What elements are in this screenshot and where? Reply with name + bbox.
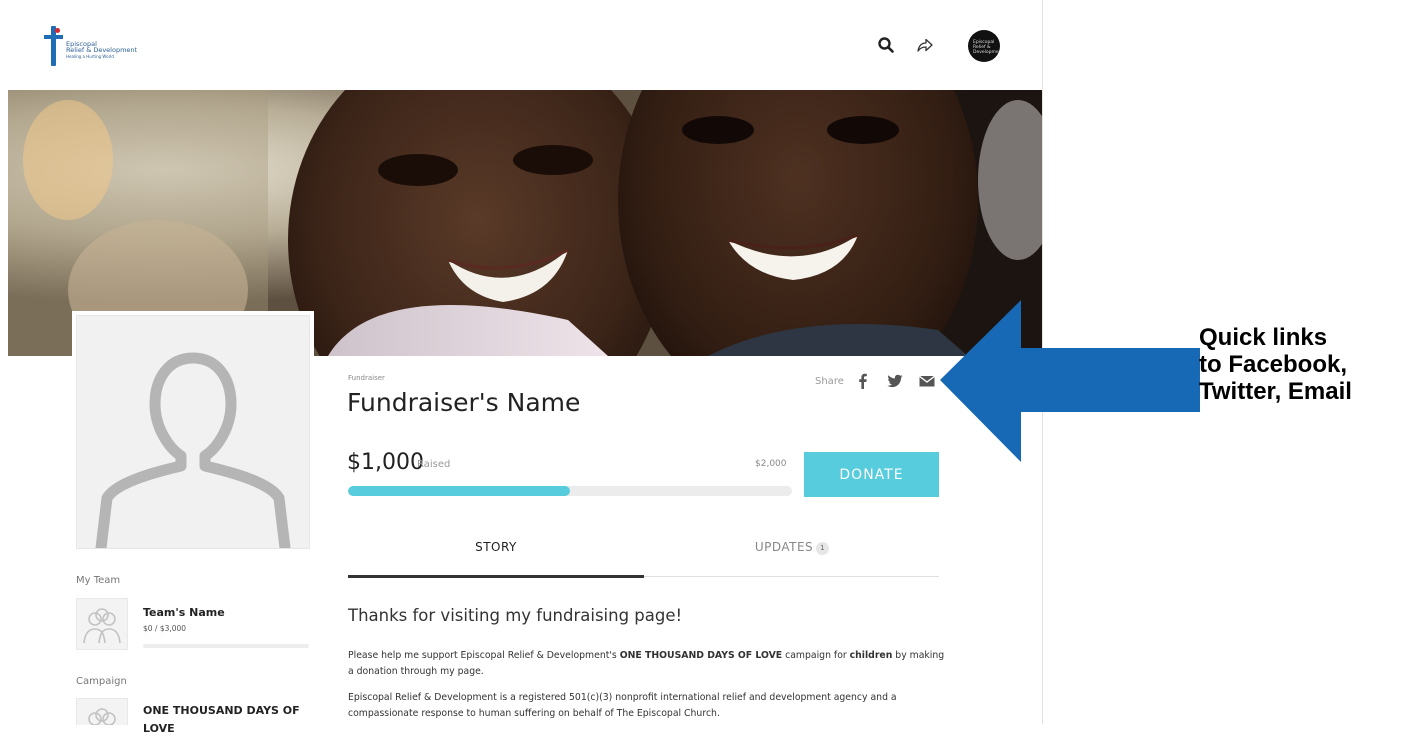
email-icon[interactable]	[919, 373, 935, 389]
person-silhouette-icon	[95, 352, 291, 554]
callout-line-3: Twitter, Email	[1199, 378, 1352, 405]
fundraiser-name: Fundraiser's Name	[347, 388, 581, 417]
fundraiser-label: Fundraiser	[348, 374, 385, 382]
raised-amount: $1,000	[347, 450, 424, 475]
callout-arrow	[940, 300, 1200, 462]
campaign-group-icon	[88, 708, 116, 725]
twitter-icon[interactable]	[887, 373, 903, 389]
campaign-avatar[interactable]	[76, 698, 128, 725]
campaign-name-link[interactable]: ONE THOUSAND DAYS OF LOVE	[143, 702, 313, 738]
profile-photo-placeholder	[76, 315, 310, 554]
user-avatar[interactable]: Episcopal Relief & Development	[968, 30, 1000, 62]
team-name-link[interactable]: Team's Name	[143, 606, 225, 619]
logo-line-2: Relief & Development	[66, 46, 138, 54]
fundraising-progress-bar	[348, 486, 792, 496]
raised-label: Raised	[417, 459, 451, 470]
goal-amount: $2,000	[755, 459, 787, 469]
share-label: Share	[815, 376, 844, 387]
site-header: Episcopal Relief & Development Healing a…	[0, 0, 1042, 90]
logo-tagline: Healing a Hurting World	[66, 54, 114, 59]
story-paragraph-1: Please help me support Episcopal Relief …	[348, 650, 945, 677]
facebook-icon[interactable]	[855, 373, 871, 389]
callout-line-2: to Facebook,	[1199, 351, 1348, 378]
tab-story-label: STORY	[475, 540, 517, 554]
callout-line-1: Quick links	[1199, 324, 1328, 351]
my-team-heading: My Team	[76, 575, 121, 586]
cross-logo-icon	[44, 26, 64, 66]
updates-count-badge: 1	[816, 542, 830, 555]
progress-fill	[348, 486, 570, 496]
active-tab-indicator	[348, 575, 644, 578]
tab-updates[interactable]: UPDATES 1	[644, 540, 940, 555]
team-progress-text: $0 / $3,000	[143, 624, 187, 633]
logo-text: Episcopal Relief & Development Healing a…	[66, 41, 137, 60]
story-paragraph-2: Episcopal Relief & Development is a regi…	[348, 692, 897, 719]
callout-text: Quick links to Facebook, Twitter, Email	[1199, 324, 1352, 405]
tab-updates-label: UPDATES	[754, 540, 814, 554]
share-arrow-icon[interactable]	[916, 36, 934, 54]
campaign-heading: Campaign	[76, 676, 127, 687]
team-group-icon	[83, 608, 121, 644]
fundraiser-page: Episcopal Relief & Development Healing a…	[0, 0, 1043, 735]
episcopal-logo[interactable]: Episcopal Relief & Development Healing a…	[44, 26, 154, 70]
avatar-text: Episcopal Relief & Development	[973, 40, 1000, 55]
search-icon[interactable]	[877, 36, 895, 54]
team-progress-bar	[143, 644, 309, 648]
tab-story[interactable]: STORY	[348, 540, 644, 554]
story-heading: Thanks for visiting my fundraising page!	[348, 606, 683, 625]
donate-button[interactable]: DONATE	[804, 452, 939, 497]
team-avatar[interactable]	[76, 598, 128, 650]
